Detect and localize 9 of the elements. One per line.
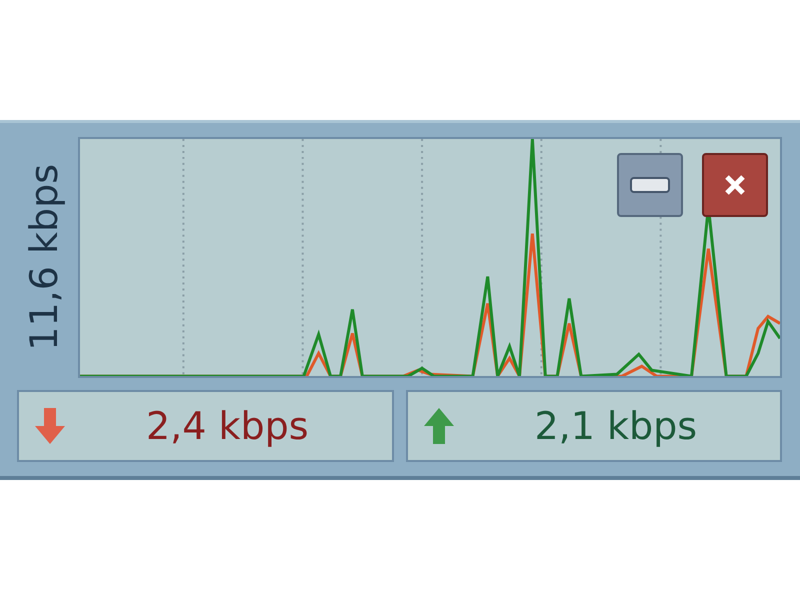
rate-reading: 2,1 kbps [533, 404, 698, 448]
close-icon [724, 174, 746, 196]
rate-reading: 2,4 kbps [144, 404, 310, 448]
close-button[interactable] [702, 153, 768, 217]
minimize-button[interactable] [617, 153, 683, 217]
down-arrow-icon [33, 406, 67, 446]
up-arrow-icon [422, 406, 456, 446]
scale-label: 11,6 kbps [22, 164, 66, 351]
minimize-icon [630, 177, 670, 193]
